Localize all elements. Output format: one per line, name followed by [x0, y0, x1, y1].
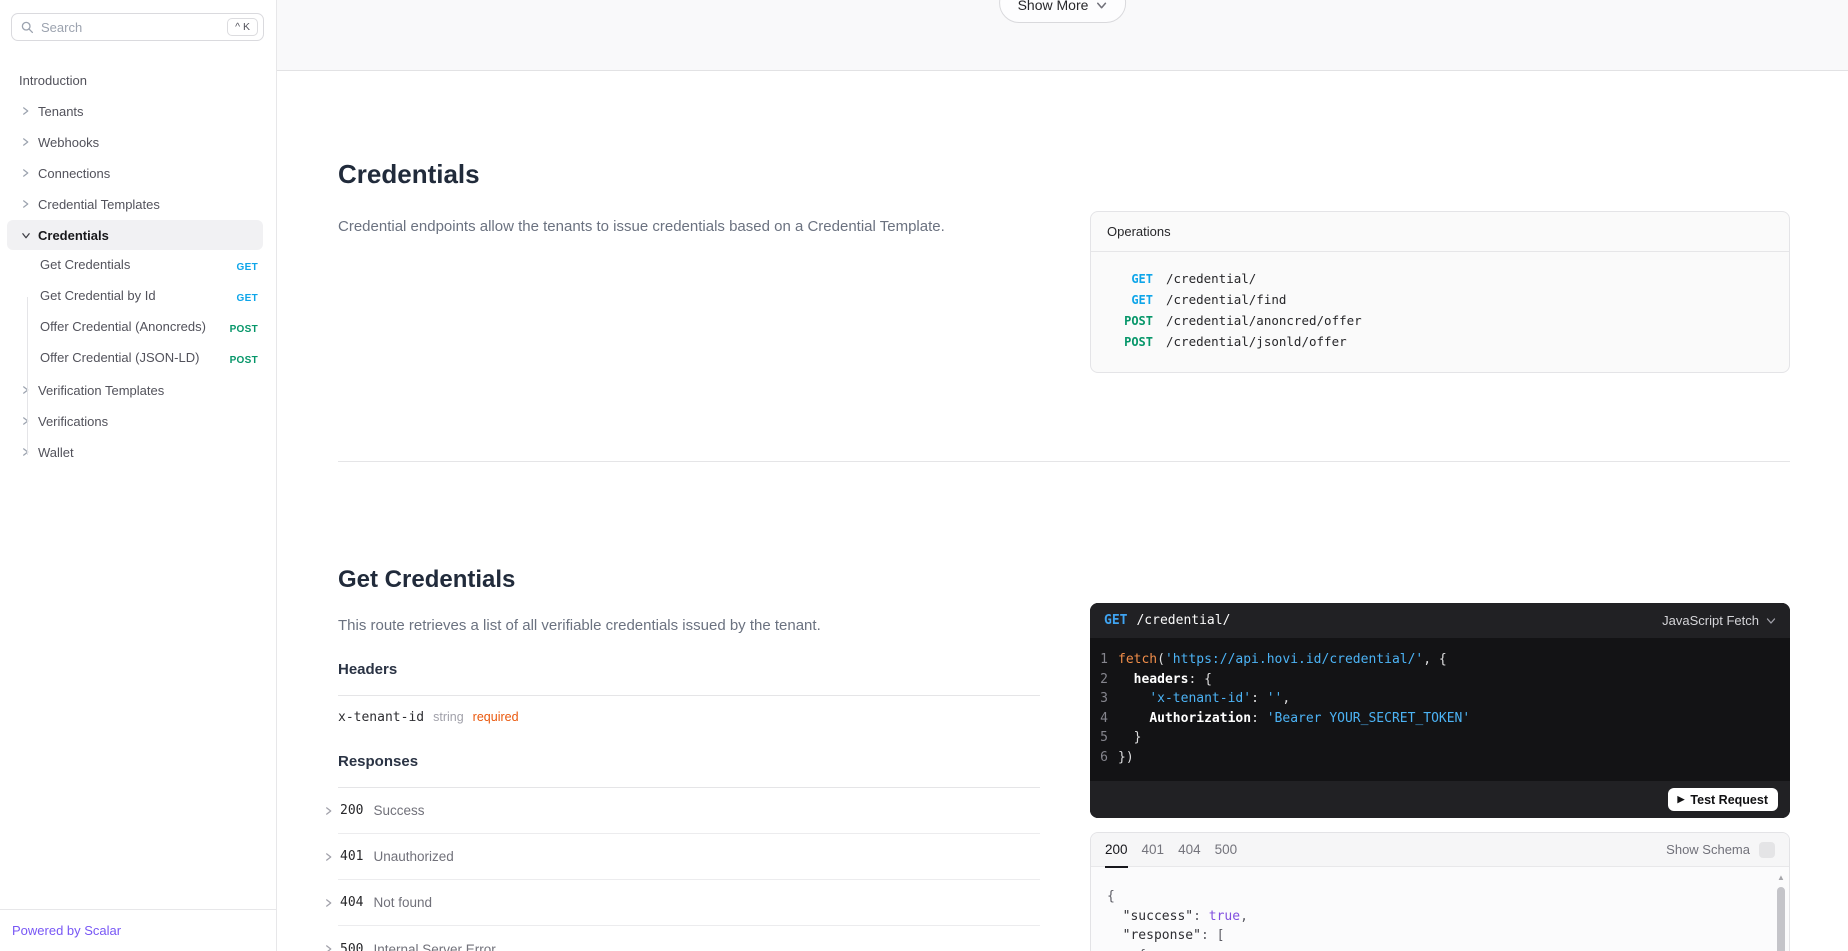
request-path: /credential/ [1136, 613, 1230, 628]
response-tab-401[interactable]: 401 [1142, 833, 1165, 867]
test-request-button[interactable]: ▶ Test Request [1668, 788, 1779, 811]
chevron-down-icon [21, 231, 31, 241]
sidebar-item-offer-credential-anoncreds[interactable]: Offer Credential (Anoncreds) POST [7, 313, 263, 343]
chevron-right-icon [324, 852, 334, 862]
sidebar-item-wallet[interactable]: Wallet [7, 437, 263, 467]
sidebar-item-offer-credential-jsonld[interactable]: Offer Credential (JSON-LD) POST [7, 344, 263, 374]
method-badge-get: GET [237, 259, 258, 276]
app-window: ^ K Introduction Tenants Webhooks Connec… [0, 0, 1848, 951]
scrollbar-thumb[interactable] [1777, 887, 1785, 951]
sidebar-item-webhooks[interactable]: Webhooks [7, 127, 263, 157]
search-input[interactable] [41, 20, 227, 35]
sidebar-footer: Powered by Scalar [0, 909, 276, 951]
chevron-right-icon [324, 898, 334, 908]
credentials-section-title: Credentials [338, 158, 1040, 190]
chevron-right-icon [324, 944, 334, 951]
required-badge: required [473, 710, 519, 724]
request-example-header: GET /credential/ JavaScript Fetch [1090, 603, 1790, 638]
chevron-down-icon [1096, 0, 1107, 11]
sidebar-item-verifications[interactable]: Verifications [7, 406, 263, 436]
response-tab-200[interactable]: 200 [1105, 833, 1128, 867]
play-icon: ▶ [1678, 795, 1685, 804]
sidebar-item-connections[interactable]: Connections [7, 158, 263, 188]
credentials-section: Credentials Credential endpoints allow t… [338, 158, 1790, 373]
response-row-200[interactable]: 200 Success [338, 788, 1040, 834]
credentials-section-description: Credential endpoints allow the tenants t… [338, 216, 1040, 238]
sidebar-item-introduction[interactable]: Introduction [7, 65, 263, 95]
chevron-right-icon [21, 137, 31, 147]
show-schema-toggle: Show Schema [1666, 842, 1775, 858]
operation-link-post-jsonld-offer[interactable]: POST /credential/jsonld/offer [1107, 331, 1773, 352]
response-tabs-row: 200 401 404 500 Show Schema [1091, 833, 1789, 867]
operation-link-get-credential[interactable]: GET /credential/ [1107, 268, 1773, 289]
responses-heading: Responses [338, 753, 1040, 771]
response-tab-404[interactable]: 404 [1178, 833, 1201, 867]
request-example-footer: ▶ Test Request [1090, 781, 1790, 818]
sidebar-group-guide-line [27, 297, 28, 455]
operation-link-post-anoncred-offer[interactable]: POST /credential/anoncred/offer [1107, 310, 1773, 331]
search-box[interactable]: ^ K [11, 13, 264, 41]
operations-card: Operations GET /credential/ GET /credent… [1090, 211, 1790, 373]
method-badge-get: GET [237, 290, 258, 307]
response-row-500[interactable]: 500 Internal Server Error [338, 926, 1040, 951]
chevron-right-icon [21, 168, 31, 178]
content: Credentials Credential endpoints allow t… [277, 158, 1848, 951]
language-selector[interactable]: JavaScript Fetch [1662, 613, 1776, 628]
show-schema-checkbox[interactable] [1759, 842, 1775, 858]
operations-card-title: Operations [1091, 212, 1789, 252]
response-row-404[interactable]: 404 Not found [338, 880, 1040, 926]
response-scrollbar: ▲ [1776, 873, 1786, 951]
sidebar-nav: Introduction Tenants Webhooks Connection… [0, 51, 276, 909]
sidebar-item-get-credential-by-id[interactable]: Get Credential by Id GET [7, 282, 263, 312]
request-code-block: 1fetch('https://api.hovi.id/credential/'… [1090, 638, 1790, 781]
chevron-right-icon [21, 447, 31, 457]
search-icon [21, 21, 34, 34]
chevron-right-icon [324, 806, 334, 816]
request-method: GET [1104, 613, 1127, 628]
get-credentials-title: Get Credentials [338, 565, 1040, 595]
sidebar: ^ K Introduction Tenants Webhooks Connec… [0, 0, 277, 951]
chevron-right-icon [21, 106, 31, 116]
scrollbar-up-arrow-icon[interactable]: ▲ [1776, 873, 1786, 883]
header-param-x-tenant-id: x-tenant-id string required [338, 710, 1040, 725]
powered-by-scalar-link[interactable]: Powered by Scalar [12, 923, 121, 938]
main-area: Show More Credentials Credential endpoin… [277, 0, 1848, 951]
chevron-right-icon [21, 199, 31, 209]
response-tab-500[interactable]: 500 [1215, 833, 1238, 867]
response-json-block: { "success": true, "response": [ { [1091, 867, 1789, 951]
chevron-right-icon [21, 416, 31, 426]
response-row-401[interactable]: 401 Unauthorized [338, 834, 1040, 880]
sidebar-item-tenants[interactable]: Tenants [7, 96, 263, 126]
search-shortcut-kbd: ^ K [227, 18, 258, 36]
response-example-panel: 200 401 404 500 Show Schema { "success":… [1090, 832, 1790, 951]
request-example-panel: GET /credential/ JavaScript Fetch 1fetch… [1090, 603, 1790, 818]
get-credentials-description: This route retrieves a list of all verif… [338, 615, 1040, 637]
sidebar-item-credential-templates[interactable]: Credential Templates [7, 189, 263, 219]
headers-rule [338, 695, 1040, 696]
chevron-down-icon [1766, 616, 1776, 626]
sidebar-item-credentials[interactable]: Credentials [7, 220, 263, 250]
headers-heading: Headers [338, 661, 1040, 679]
method-badge-post: POST [230, 352, 258, 369]
sidebar-item-get-credentials[interactable]: Get Credentials GET [7, 251, 263, 281]
operation-link-get-credential-find[interactable]: GET /credential/find [1107, 289, 1773, 310]
method-badge-post: POST [230, 321, 258, 338]
chevron-right-icon [21, 385, 31, 395]
show-more-button[interactable]: Show More [999, 0, 1127, 23]
sidebar-item-verification-templates[interactable]: Verification Templates [7, 375, 263, 405]
search-wrap: ^ K [0, 0, 276, 51]
top-band: Show More [277, 0, 1848, 71]
get-credentials-section: Get Credentials This route retrieves a l… [338, 462, 1790, 951]
